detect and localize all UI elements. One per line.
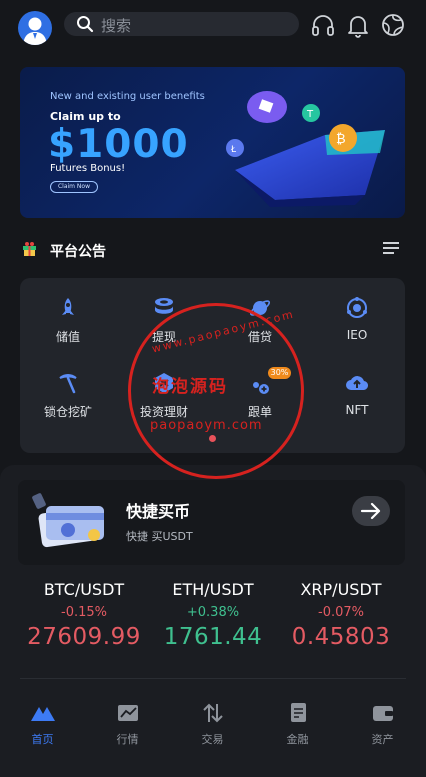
svg-text:Ł: Ł — [230, 145, 237, 155]
globe-icon[interactable] — [380, 12, 406, 38]
finance-icon — [290, 703, 306, 722]
notice-header[interactable]: 平台公告 — [20, 238, 406, 262]
watermark-site: 泡泡源码 — [152, 377, 228, 397]
ticker-change: -0.07% — [318, 605, 364, 620]
divider — [20, 678, 406, 679]
ticker-change: -0.15% — [61, 605, 107, 620]
nav-finance[interactable]: 金融 — [255, 702, 340, 747]
nav-label: 行情 — [116, 733, 139, 746]
discount-badge: 30% — [268, 367, 291, 379]
user-icon — [23, 17, 47, 45]
quick-buy-title: 快捷买币 — [126, 502, 191, 521]
ticker-pair: ETH/USDT — [172, 580, 254, 599]
nav-home[interactable]: 首页 — [0, 702, 85, 747]
quick-buy-subtitle: 快捷 买USDT — [126, 530, 193, 543]
grid-item-ieo[interactable]: IEO — [309, 296, 405, 342]
claim-now-button[interactable]: Claim Now — [50, 181, 98, 193]
nav-label: 资产 — [371, 733, 394, 746]
list-icon[interactable] — [383, 241, 399, 255]
ticker-eth[interactable]: ETH/USDT +0.38% 1761.44 — [142, 580, 284, 650]
nav-label: 金融 — [286, 733, 309, 746]
nav-trade[interactable]: 交易 — [170, 702, 255, 747]
wallet-coins-illustration: T ₿ Ł — [226, 91, 385, 207]
ticker-price: 27609.99 — [27, 624, 141, 650]
page-indicator — [209, 435, 216, 442]
promo-banner[interactable]: New and existing user benefits Claim up … — [20, 67, 405, 218]
ticker-change: +0.38% — [186, 605, 240, 620]
svg-text:T: T — [306, 109, 314, 120]
banner-amount: $1000 — [48, 122, 189, 167]
bell-icon[interactable] — [345, 12, 371, 38]
grid-item-lock-mining[interactable]: 锁仓挖矿 — [20, 371, 116, 420]
ticker-price: 1761.44 — [163, 624, 263, 650]
svg-text:₿: ₿ — [336, 132, 346, 147]
cloud-upload-icon — [346, 376, 369, 391]
rocket-icon — [62, 298, 74, 315]
ticker-pair: BTC/USDT — [43, 580, 125, 599]
coin-stack-icon — [155, 298, 173, 314]
grid-label: 储值 — [55, 330, 80, 344]
nav-market[interactable]: 行情 — [85, 702, 170, 747]
go-button[interactable] — [352, 496, 390, 526]
nav-label: 交易 — [201, 733, 224, 746]
notice-title: 平台公告 — [50, 244, 106, 260]
nav-label: 首页 — [31, 733, 54, 746]
orbit-icon — [347, 297, 367, 318]
banner-headline: New and existing user benefits — [50, 91, 205, 102]
top-bar: 搜索 — [0, 0, 426, 50]
avatar[interactable] — [18, 11, 52, 45]
pickaxe-icon — [59, 374, 77, 394]
chart-icon — [117, 705, 138, 721]
trade-arrows-icon — [202, 703, 223, 723]
ticker-xrp[interactable]: XRP/USDT -0.07% 0.45803 — [270, 580, 412, 650]
gift-icon — [23, 242, 36, 256]
search-input[interactable]: 搜索 — [64, 12, 299, 36]
quick-buy-card[interactable]: 快捷买币 快捷 买USDT — [18, 480, 405, 565]
card-illustration — [32, 493, 104, 548]
search-icon — [77, 16, 94, 33]
grid-label: 锁仓挖矿 — [43, 405, 92, 419]
grid-label: NFT — [345, 403, 369, 417]
wallet-icon — [372, 706, 393, 721]
nav-assets[interactable]: 资产 — [340, 702, 425, 747]
banner-bonus: Futures Bonus! — [50, 163, 126, 174]
ticker-pair: XRP/USDT — [300, 580, 382, 599]
headset-icon[interactable] — [310, 12, 336, 38]
grid-item-deposit[interactable]: 储值 — [20, 296, 116, 345]
grid-item-nft[interactable]: NFT — [309, 371, 405, 417]
home-icon — [30, 707, 55, 721]
grid-label: IEO — [346, 328, 368, 342]
ticker-price: 0.45803 — [291, 624, 391, 650]
ticker-btc[interactable]: BTC/USDT -0.15% 27609.99 — [13, 580, 155, 650]
search-placeholder: 搜索 — [101, 17, 132, 35]
bottom-nav: 首页 行情 交易 金融 资产 — [0, 690, 426, 760]
arrow-right-icon — [360, 502, 381, 520]
watermark-url: paopaoym.com — [150, 418, 263, 433]
